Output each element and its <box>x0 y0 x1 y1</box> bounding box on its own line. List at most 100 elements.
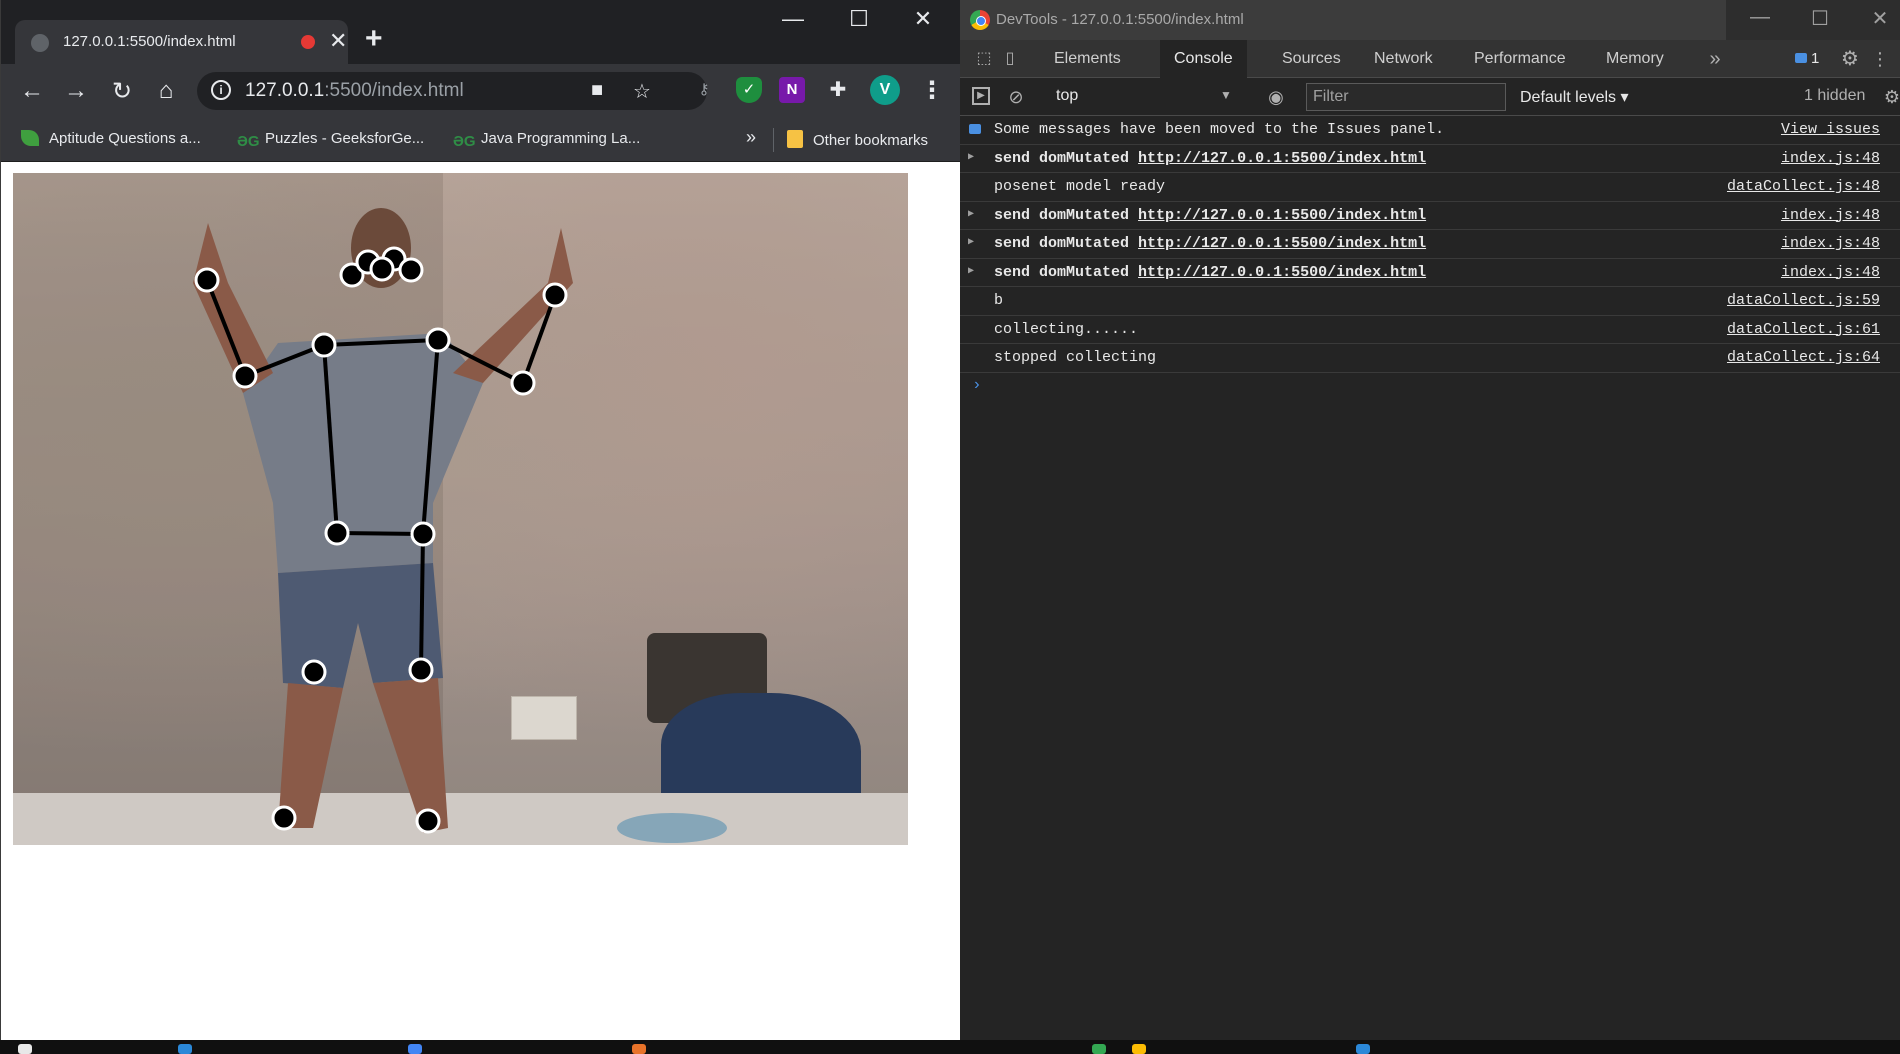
taskbar-app-icon[interactable] <box>1092 1044 1106 1054</box>
source-link[interactable]: index.js:48 <box>1781 264 1880 281</box>
tab-network[interactable]: Network <box>1360 40 1447 78</box>
geeksforgeeks-icon: ƏG <box>237 133 260 150</box>
page-content <box>1 162 960 1040</box>
info-message-icon <box>969 124 981 134</box>
message-url-link[interactable]: http://127.0.0.1:5500/index.html <box>1138 150 1426 167</box>
taskbar-app-icon[interactable] <box>1356 1044 1370 1054</box>
start-icon[interactable] <box>18 1044 32 1054</box>
hidden-count: 1 hidden <box>1804 87 1866 104</box>
chevron-down-icon[interactable]: ▼ <box>1220 88 1232 102</box>
star-icon[interactable]: ☆ <box>633 79 651 104</box>
message-url-link[interactable]: http://127.0.0.1:5500/index.html <box>1138 207 1426 224</box>
expand-arrow-icon[interactable]: ▶ <box>968 151 974 163</box>
key-icon[interactable]: ⚷ <box>691 77 717 103</box>
tab-elements[interactable]: Elements <box>1040 40 1135 78</box>
webcam-video <box>13 173 908 845</box>
onenote-icon[interactable]: N <box>779 77 805 103</box>
console-message[interactable]: ▶ send domMutated http://127.0.0.1:5500/… <box>960 230 1900 259</box>
bookmark-aptitude[interactable]: Aptitude Questions a... <box>21 130 201 147</box>
tab-console[interactable]: Console <box>1160 40 1247 78</box>
source-link[interactable]: index.js:48 <box>1781 207 1880 224</box>
close-window-button[interactable]: ✕ <box>903 6 943 32</box>
filter-input[interactable] <box>1306 83 1506 111</box>
leaf-icon <box>21 130 39 146</box>
issues-badge[interactable]: 1 <box>1795 50 1819 67</box>
expand-arrow-icon[interactable]: ▶ <box>968 265 974 277</box>
globe-icon <box>31 34 49 52</box>
devtools-title: DevTools - 127.0.0.1:5500/index.html <box>996 11 1244 28</box>
url-text[interactable]: 127.0.0.1:5500/index.html <box>245 80 464 102</box>
clear-console-icon[interactable]: ⊘ <box>1006 87 1026 107</box>
source-link[interactable]: index.js:48 <box>1781 235 1880 252</box>
browser-tab[interactable]: 127.0.0.1:5500/index.html ✕ <box>15 20 348 64</box>
console-prompt[interactable]: › <box>960 373 1900 399</box>
maximize-button[interactable]: ☐ <box>839 6 879 32</box>
source-link[interactable]: dataCollect.js:61 <box>1727 321 1880 338</box>
taskbar-app-icon[interactable] <box>1132 1044 1146 1054</box>
console-message: collecting...... dataCollect.js:61 <box>960 316 1900 344</box>
puzzle-icon[interactable]: ✚ <box>825 77 851 103</box>
device-toolbar-icon[interactable]: ▯ <box>1000 49 1020 69</box>
pose-skeleton <box>193 208 573 834</box>
console-messages: Some messages have been moved to the Iss… <box>960 116 1900 399</box>
log-levels-dropdown[interactable]: Default levels ▾ <box>1520 87 1629 107</box>
devtools-maximize-button[interactable]: ☐ <box>1800 6 1840 31</box>
taskbar-app-icon[interactable] <box>178 1044 192 1054</box>
console-message: Some messages have been moved to the Iss… <box>960 116 1900 145</box>
other-bookmarks[interactable]: Other bookmarks <box>787 130 928 149</box>
tab-close-icon[interactable]: ✕ <box>329 28 347 54</box>
devtools-window: DevTools - 127.0.0.1:5500/index.html — ☐… <box>960 0 1900 1040</box>
back-button[interactable]: ← <box>17 77 47 105</box>
address-bar[interactable]: i 127.0.0.1:5500/index.html ■ ☆ <box>197 72 707 110</box>
folder-icon <box>787 130 803 148</box>
console-message: posenet model ready dataCollect.js:48 <box>960 173 1900 202</box>
taskbar <box>0 1040 1900 1054</box>
message-url-link[interactable]: http://127.0.0.1:5500/index.html <box>1138 235 1426 252</box>
bookmark-puzzles[interactable]: ƏG Puzzles - GeeksforGe... <box>237 130 424 150</box>
bookmarks-bar: Aptitude Questions a... ƏG Puzzles - Geek… <box>1 118 960 162</box>
chrome-icon <box>970 10 990 30</box>
camera-icon[interactable]: ■ <box>591 79 603 102</box>
eye-icon[interactable]: ◉ <box>1266 87 1286 107</box>
devtools-minimize-button[interactable]: — <box>1740 6 1780 29</box>
avatar[interactable]: V <box>870 75 900 105</box>
info-icon[interactable]: i <box>211 80 231 100</box>
taskbar-app-icon[interactable] <box>632 1044 646 1054</box>
reload-button[interactable]: ↻ <box>107 77 137 106</box>
more-menu-icon[interactable]: ⋮ <box>920 76 944 105</box>
console-settings-icon[interactable]: ⚙ <box>1882 87 1900 107</box>
message-icon <box>1795 53 1807 63</box>
settings-gear-icon[interactable]: ⚙ <box>1840 49 1860 69</box>
expand-arrow-icon[interactable]: ▶ <box>968 236 974 248</box>
expand-arrow-icon[interactable]: ▶ <box>968 208 974 220</box>
message-url-link[interactable]: http://127.0.0.1:5500/index.html <box>1138 264 1426 281</box>
inspect-element-icon[interactable]: ⬚ <box>974 49 994 69</box>
bookmark-java[interactable]: ƏG Java Programming La... <box>453 130 640 150</box>
tab-sources[interactable]: Sources <box>1268 40 1355 78</box>
console-toolbar: ▶ ⊘ top ▼ ◉ Default levels ▾ 1 hidden ⚙ <box>960 78 1900 116</box>
console-message[interactable]: ▶ send domMutated http://127.0.0.1:5500/… <box>960 145 1900 173</box>
shield-icon[interactable]: ✓ <box>736 77 762 103</box>
console-message[interactable]: ▶ send domMutated http://127.0.0.1:5500/… <box>960 259 1900 287</box>
devtools-menu-icon[interactable]: ⋮ <box>1870 49 1890 69</box>
devtools-tabs: ⬚ ▯ Elements Console Sources Network Per… <box>960 40 1900 78</box>
devtools-close-button[interactable]: ✕ <box>1860 6 1900 31</box>
sidebar-toggle-icon[interactable]: ▶ <box>972 87 990 105</box>
bookmarks-overflow-button[interactable]: » <box>746 127 756 148</box>
new-tab-button[interactable]: + <box>365 22 383 56</box>
source-link[interactable]: dataCollect.js:64 <box>1727 349 1880 366</box>
devtools-titlebar: DevTools - 127.0.0.1:5500/index.html — ☐… <box>960 0 1900 40</box>
tab-memory[interactable]: Memory <box>1592 40 1678 78</box>
console-message[interactable]: ▶ send domMutated http://127.0.0.1:5500/… <box>960 202 1900 230</box>
minimize-button[interactable]: — <box>773 6 813 32</box>
forward-button[interactable]: → <box>61 77 91 105</box>
source-link[interactable]: index.js:48 <box>1781 150 1880 167</box>
more-tabs-button[interactable]: » <box>1705 49 1725 69</box>
context-selector[interactable]: top <box>1056 87 1236 109</box>
home-button[interactable]: ⌂ <box>151 77 181 105</box>
taskbar-app-icon[interactable] <box>408 1044 422 1054</box>
source-link[interactable]: dataCollect.js:48 <box>1727 178 1880 195</box>
view-issues-link[interactable]: View issues <box>1781 121 1880 138</box>
tab-performance[interactable]: Performance <box>1460 40 1580 78</box>
source-link[interactable]: dataCollect.js:59 <box>1727 292 1880 309</box>
